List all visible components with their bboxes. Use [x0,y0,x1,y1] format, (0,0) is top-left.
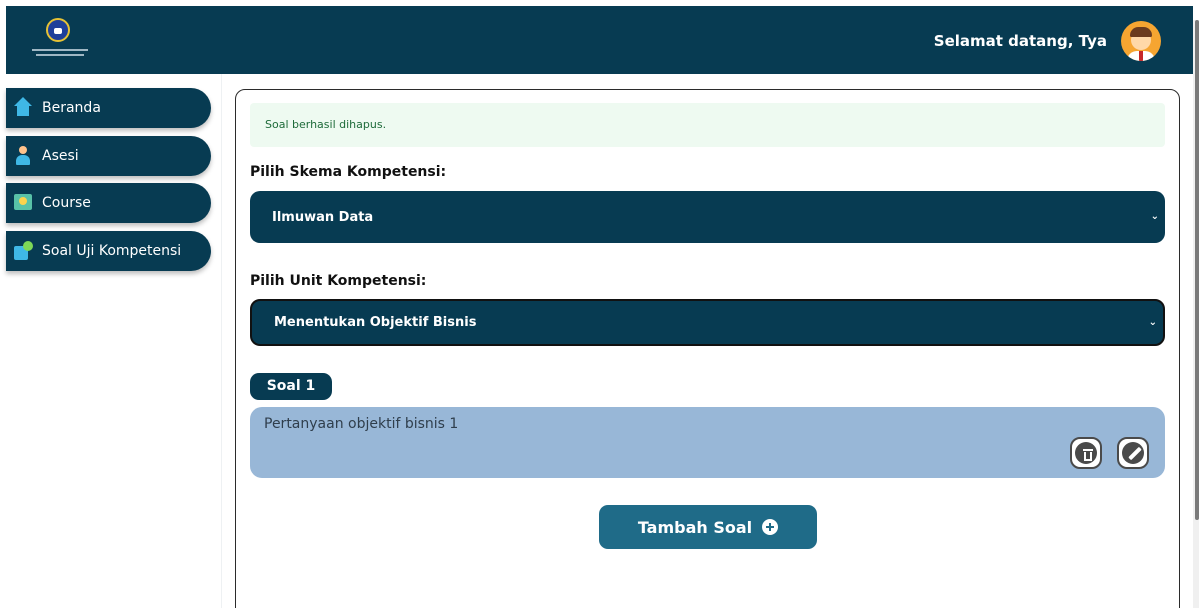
chevron-down-icon: ⌄ [1150,211,1159,222]
pencil-shape [1128,446,1142,461]
page: Selamat datang, Tya Beranda Asesi Course… [0,0,1199,608]
sidebar: Beranda Asesi Course Soal Uji Kompetensi [6,74,222,608]
course-icon [12,192,34,214]
skema-selected-value: Ilmuwan Data [272,209,374,225]
question-card: Pertanyaan objektif bisnis 1 [250,407,1165,478]
user-icon [12,145,34,167]
question-text: Pertanyaan objektif bisnis 1 [264,416,459,432]
skema-select[interactable]: Ilmuwan Data ⌄ [250,191,1165,243]
scrollbar-thumb[interactable] [1195,20,1199,520]
logo-emblem [46,18,70,42]
unit-label: Pilih Unit Kompetensi: [250,273,427,289]
sidebar-item-course[interactable]: Course [6,183,211,223]
institution-logo-icon[interactable] [30,18,90,58]
welcome-text: Selamat datang, Tya [933,32,1107,50]
logo-text-line [36,54,84,56]
sidebar-item-beranda[interactable]: Beranda [6,88,211,128]
success-alert: Soal berhasil dihapus. [250,103,1165,147]
skema-label: Pilih Skema Kompetensi: [250,164,447,180]
unit-select[interactable]: Menentukan Objektif Bisnis ⌄ [250,299,1165,346]
sidebar-item-label: Beranda [42,100,101,116]
sidebar-item-label: Course [42,195,91,211]
avatar-hair [1130,27,1152,37]
pencil-icon [1122,442,1144,464]
trash-icon [1075,442,1097,464]
trash-lid [1083,449,1093,451]
sidebar-item-soal-uji-kompetensi[interactable]: Soal Uji Kompetensi [6,231,211,271]
edit-question-button[interactable] [1117,437,1149,469]
sidebar-item-label: Soal Uji Kompetensi [42,243,182,259]
unit-selected-value: Menentukan Objektif Bisnis [274,315,477,330]
sidebar-item-label: Asesi [42,148,79,164]
add-question-button[interactable]: Tambah Soal [599,505,817,549]
soal-number-badge: Soal 1 [250,373,332,400]
question-bank-icon [12,240,34,262]
user-avatar-icon[interactable] [1121,21,1161,61]
trash-body [1084,452,1092,461]
logo-text-line [32,49,88,51]
top-header: Selamat datang, Tya [6,6,1193,74]
delete-question-button[interactable] [1070,437,1102,469]
main-card: Soal berhasil dihapus. Pilih Skema Kompe… [235,89,1180,608]
sidebar-item-asesi[interactable]: Asesi [6,136,211,176]
home-icon [12,97,34,119]
add-question-label: Tambah Soal [637,517,753,537]
plus-circle-icon [762,519,779,535]
avatar-tie [1139,51,1143,61]
chevron-down-icon: ⌄ [1148,316,1157,328]
